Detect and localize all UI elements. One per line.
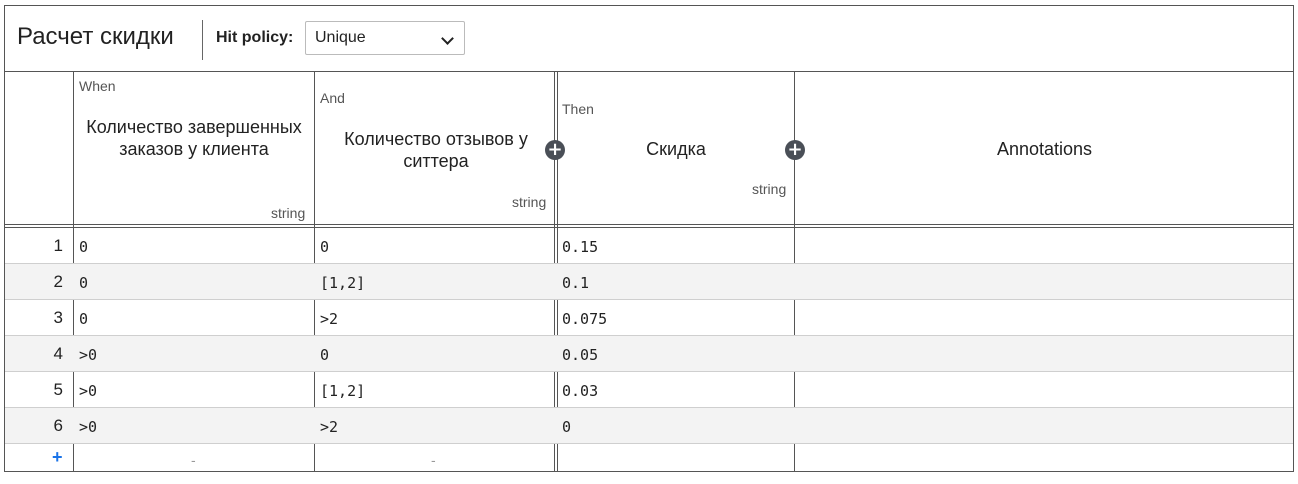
row-number: 4 xyxy=(53,344,63,363)
add-row-placeholder: - xyxy=(431,452,436,468)
cell-discount[interactable]: 0.075 xyxy=(562,310,607,328)
chevron-down-icon xyxy=(441,32,454,45)
col2-tag: And xyxy=(320,90,345,106)
row-number: 6 xyxy=(53,416,63,435)
cell-orders[interactable]: 0 xyxy=(79,274,88,292)
row-number: 1 xyxy=(53,236,63,255)
table-row[interactable]: 3 0 >2 0.075 xyxy=(5,300,1293,335)
cell-discount[interactable]: 0.1 xyxy=(562,274,589,292)
cell-reviews[interactable]: [1,2] xyxy=(320,382,365,400)
col3-label[interactable]: Скидка xyxy=(563,138,789,160)
hit-policy-select[interactable]: Unique xyxy=(305,21,465,55)
add-row-placeholder: - xyxy=(191,452,196,468)
row-number: 2 xyxy=(53,272,63,291)
cell-discount[interactable]: 0 xyxy=(562,418,571,436)
cell-discount[interactable]: 0.03 xyxy=(562,382,598,400)
cell-reviews[interactable]: >2 xyxy=(320,418,338,436)
cell-orders[interactable]: 0 xyxy=(79,238,88,256)
hit-policy-label: Hit policy: xyxy=(216,29,294,46)
cell-discount[interactable]: 0.05 xyxy=(562,346,598,364)
cell-orders[interactable]: >0 xyxy=(79,346,97,364)
table-row[interactable]: 5 >0 [1,2] 0.03 xyxy=(5,372,1293,407)
table-row[interactable]: 1 0 0 0.15 xyxy=(5,228,1293,263)
cell-orders[interactable]: 0 xyxy=(79,310,88,328)
cell-reviews[interactable]: 0 xyxy=(320,238,329,256)
header-divider xyxy=(202,20,203,60)
cell-reviews[interactable]: [1,2] xyxy=(320,274,365,292)
col3-tag: Then xyxy=(562,101,594,117)
col1-tag: When xyxy=(79,78,116,94)
add-row: + - - xyxy=(5,444,1293,472)
add-input-column-button[interactable]: + xyxy=(545,140,565,160)
col3-type[interactable]: string xyxy=(752,181,786,197)
col1-type[interactable]: string xyxy=(271,205,305,221)
row-number: 5 xyxy=(53,380,63,399)
table-name[interactable]: Расчет скидки xyxy=(17,23,174,51)
table-row[interactable]: 6 >0 >2 0 xyxy=(5,408,1293,443)
col2-label[interactable]: Количество отзывов у ситтера xyxy=(325,128,547,172)
cell-orders[interactable]: >0 xyxy=(79,418,97,436)
col1-label[interactable]: Количество завершенных заказов у клиента xyxy=(83,116,305,160)
annotations-label[interactable]: Annotations xyxy=(797,138,1292,160)
cell-reviews[interactable]: >2 xyxy=(320,310,338,328)
col2-type[interactable]: string xyxy=(512,194,546,210)
decision-table: Расчет скидки Hit policy: Unique When Ко… xyxy=(4,5,1294,472)
table-row[interactable]: 2 0 [1,2] 0.1 xyxy=(5,264,1293,299)
hit-policy-value: Unique xyxy=(315,29,366,46)
cell-discount[interactable]: 0.15 xyxy=(562,238,598,256)
table-header: Расчет скидки Hit policy: Unique xyxy=(5,6,1293,72)
row-number: 3 xyxy=(53,308,63,327)
cell-reviews[interactable]: 0 xyxy=(320,346,329,364)
cell-orders[interactable]: >0 xyxy=(79,382,97,400)
table-row[interactable]: 4 >0 0 0.05 xyxy=(5,336,1293,371)
add-row-button[interactable]: + xyxy=(52,447,63,468)
